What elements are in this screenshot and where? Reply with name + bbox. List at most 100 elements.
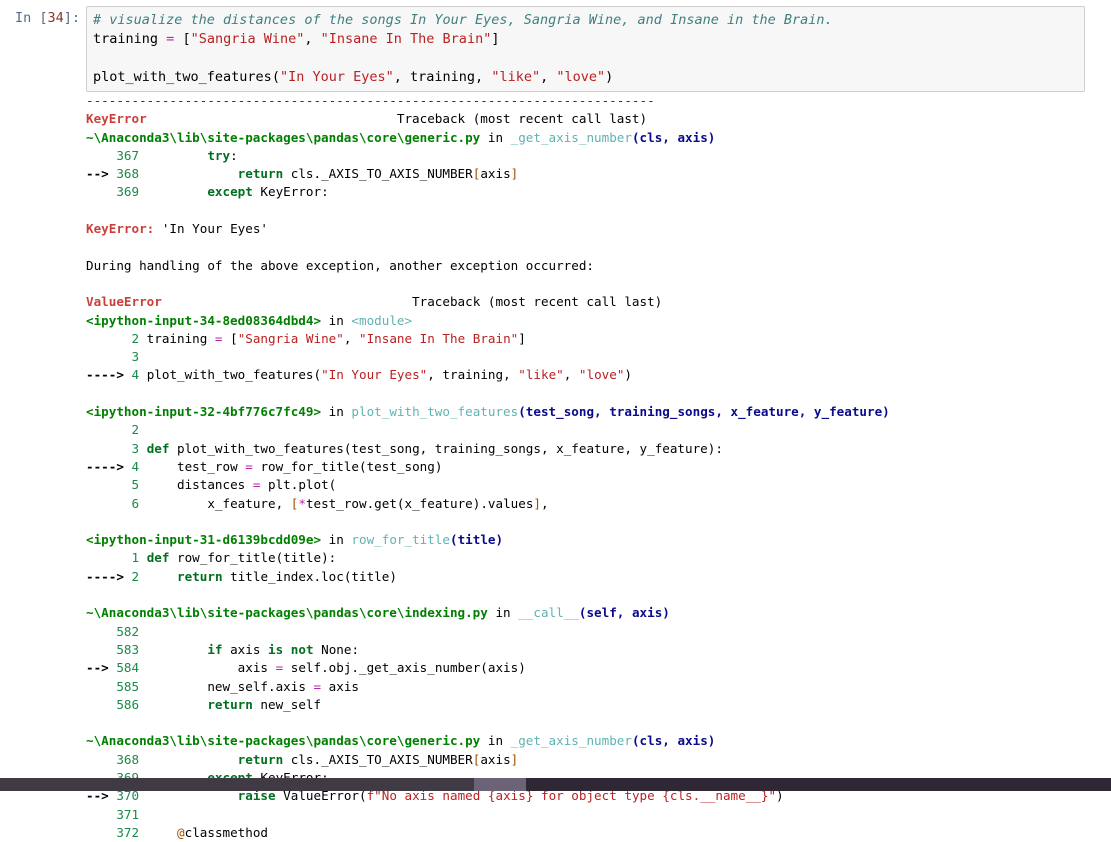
code-bracket-close-368b: ] <box>510 751 519 767</box>
prompt-execution-count: 34 <box>47 10 64 26</box>
traceback-header-2: Traceback (most recent call last) <box>412 294 663 310</box>
scrollbar-track-right[interactable] <box>526 778 1111 791</box>
code-comment-line: # visualize the distances of the songs I… <box>93 12 833 28</box>
code-assign-op-5b: = <box>252 477 261 493</box>
current-line-arrow-4a: ----> <box>86 367 124 383</box>
line-number-2a: 2 <box>131 330 140 346</box>
line-number-2c: 2 <box>131 568 140 584</box>
output-area: ----------------------------------------… <box>0 92 1111 842</box>
code-string-sangria: "Sangria Wine" <box>190 31 305 47</box>
frame-in-word-6: in <box>487 733 504 749</box>
frame-args-6: (cls, axis) <box>631 733 716 749</box>
frame-function-get-axis-number-2: _get_axis_number <box>510 733 632 749</box>
frame-in-word-4: in <box>328 532 344 548</box>
code-source[interactable]: # visualize the distances of the songs I… <box>93 11 1080 87</box>
code-assign-operator: = <box>166 31 175 47</box>
notebook-container: In [34]: # visualize the distances of th… <box>0 0 1111 842</box>
code-arg-training: training <box>410 69 476 85</box>
frame-function-row-for-title: row_for_title <box>351 532 450 548</box>
horizontal-scrollbar[interactable] <box>0 778 1111 791</box>
prompt-in-text: In [ <box>14 10 48 26</box>
current-line-arrow-584: --> <box>86 660 109 676</box>
line-number-586: 586 <box>116 696 140 712</box>
input-prompt-label: In [34]: <box>0 6 86 28</box>
code-kw-def-1c: def <box>146 550 170 566</box>
code-bracket-close-368: ] <box>510 166 519 182</box>
chained-exception-note: During handling of the above exception, … <box>86 257 594 273</box>
code-kw-try: try <box>207 147 231 163</box>
code-kw-def-3b: def <box>146 440 170 456</box>
frame-args-5: (self, axis) <box>578 605 670 621</box>
frame-location-indexing-py: ~\Anaconda3\lib\site-packages\pandas\cor… <box>86 605 488 621</box>
line-number-4a: 4 <box>131 367 140 383</box>
code-kw-if-583: if <box>207 641 223 657</box>
line-number-371: 371 <box>116 806 140 822</box>
code-decorator-classmethod: @ <box>177 824 185 840</box>
code-kw-is-583: is <box>268 641 284 657</box>
frame-args-3: (test_song, training_songs, x_feature, y… <box>518 404 890 420</box>
scrollbar-thumb[interactable] <box>474 778 526 791</box>
line-number-368b: 368 <box>116 751 140 767</box>
frame-location-ipython-31: <ipython-input-31-d6139bcdd09e> <box>86 532 322 548</box>
error-traceback: ----------------------------------------… <box>86 93 890 840</box>
error-message-name-keyerror: KeyError: <box>86 221 155 237</box>
frame-args-4: (title) <box>449 532 504 548</box>
line-number-368: 368 <box>116 166 140 182</box>
line-number-4b: 4 <box>131 458 140 474</box>
current-line-arrow-368: --> <box>86 166 109 182</box>
frame-location-generic-py-1: ~\Anaconda3\lib\site-packages\pandas\cor… <box>86 129 481 145</box>
line-number-372: 372 <box>116 824 140 840</box>
code-bracket-axis-368: [ <box>472 166 481 182</box>
code-bracket-open-368b: [ <box>472 751 481 767</box>
line-number-369: 369 <box>116 184 140 200</box>
frame-location-ipython-32: <ipython-input-32-4bf776c7fc49> <box>86 404 322 420</box>
code-kw-return-586: return <box>207 696 253 712</box>
code-call-plot-with-two-features: plot_with_two_features <box>93 69 272 85</box>
code-cell[interactable]: In [34]: # visualize the distances of th… <box>0 0 1111 92</box>
frame-in-word-1: in <box>487 129 504 145</box>
code-assign-op-584: = <box>275 660 284 676</box>
error-name-valueerror: ValueError <box>86 294 162 310</box>
code-kw-return-368b: return <box>237 751 284 767</box>
code-editor[interactable]: # visualize the distances of the songs I… <box>86 6 1085 92</box>
code-string-love: "love" <box>556 69 606 85</box>
code-string-sangria-tb: "Sangria Wine" <box>237 330 344 346</box>
line-number-5b: 5 <box>131 477 140 493</box>
line-number-583: 583 <box>116 641 140 657</box>
line-number-585: 585 <box>116 678 140 694</box>
line-number-3a: 3 <box>131 349 140 365</box>
line-number-582: 582 <box>116 623 140 639</box>
code-kw-return-368: return <box>237 166 284 182</box>
frame-function-module: <module> <box>351 312 413 328</box>
traceback-header-1: Traceback (most recent call last) <box>396 111 648 127</box>
scrollbar-track-left[interactable] <box>0 778 474 791</box>
line-number-2b: 2 <box>131 422 140 438</box>
current-line-arrow-2c: ----> <box>86 568 124 584</box>
line-number-3b: 3 <box>131 440 140 456</box>
frame-function-call: __call__ <box>518 605 579 621</box>
line-number-1c: 1 <box>131 550 140 566</box>
frame-in-word-5: in <box>495 605 511 621</box>
code-string-like-tb: "like" <box>518 367 564 383</box>
frame-function-get-axis-number-1: _get_axis_number <box>510 129 632 145</box>
line-number-584: 584 <box>116 660 140 676</box>
code-string-like: "like" <box>491 69 541 85</box>
code-kw-not-583: not <box>290 641 314 657</box>
error-name-keyerror: KeyError <box>86 111 147 127</box>
code-kw-except-369: except <box>207 184 253 200</box>
prompt-close-bracket: ]: <box>63 10 80 26</box>
frame-location-ipython-34: <ipython-input-34-8ed08364dbd4> <box>86 312 322 328</box>
code-string-in-your-eyes-tb: "In Your Eyes" <box>321 367 428 383</box>
traceback-separator-1: ----------------------------------------… <box>86 93 655 108</box>
code-string-insane-tb: "Insane In The Brain" <box>359 330 519 346</box>
frame-in-word-3: in <box>328 404 344 420</box>
line-number-6b: 6 <box>131 495 140 511</box>
code-string-love-tb: "love" <box>578 367 625 383</box>
current-line-arrow-4b: ----> <box>86 458 124 474</box>
code-string-insane: "Insane In The Brain" <box>320 31 492 47</box>
error-message-value-keyerror: 'In Your Eyes' <box>154 221 268 237</box>
code-bracket-close-6b: ] <box>533 495 541 511</box>
code-assign-op-4b: = <box>245 458 253 474</box>
code-var-training: training <box>93 31 159 47</box>
code-assign-op-2: = <box>214 330 223 346</box>
